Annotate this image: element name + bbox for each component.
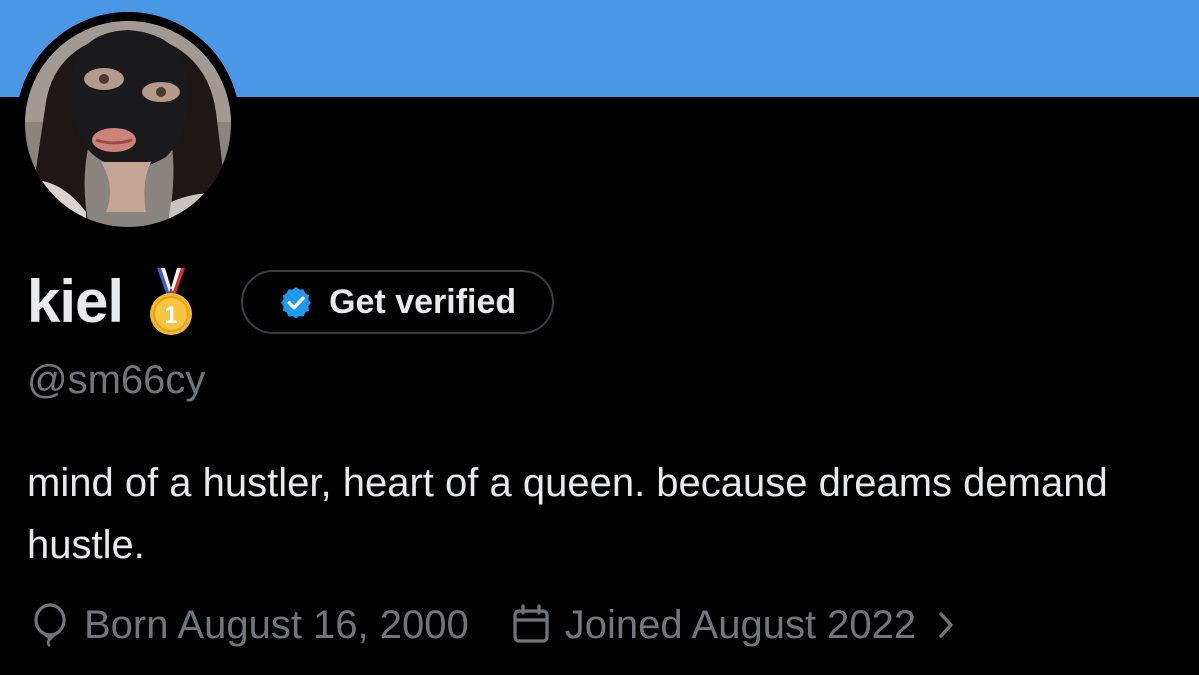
first-place-medal-icon: 1	[145, 266, 197, 338]
verified-badge-icon	[281, 287, 311, 319]
svg-text:1: 1	[164, 302, 177, 329]
profile-page: kiel 1 Get verified @sm66cy mind of a hu…	[0, 0, 1199, 675]
profile-bio: mind of a hustler, heart of a queen. bec…	[27, 461, 1108, 567]
birthdate-item: Born August 16, 2000	[30, 603, 469, 648]
profile-meta: Born August 16, 2000 Joined August 2022	[30, 598, 958, 652]
birthdate-text: Born August 16, 2000	[84, 602, 469, 647]
joined-text: Joined August 2022	[564, 602, 917, 647]
get-verified-button[interactable]: Get verified	[241, 270, 555, 334]
balloon-icon	[34, 603, 66, 647]
profile-avatar[interactable]	[16, 12, 240, 236]
profile-handle: @sm66cy	[27, 358, 206, 402]
chevron-right-icon[interactable]	[934, 608, 958, 642]
joined-item[interactable]: Joined August 2022	[511, 603, 958, 648]
display-name: kiel	[27, 268, 124, 335]
calendar-icon	[513, 604, 549, 643]
name-row: kiel 1 Get verified	[27, 266, 555, 338]
get-verified-label: Get verified	[329, 282, 517, 321]
